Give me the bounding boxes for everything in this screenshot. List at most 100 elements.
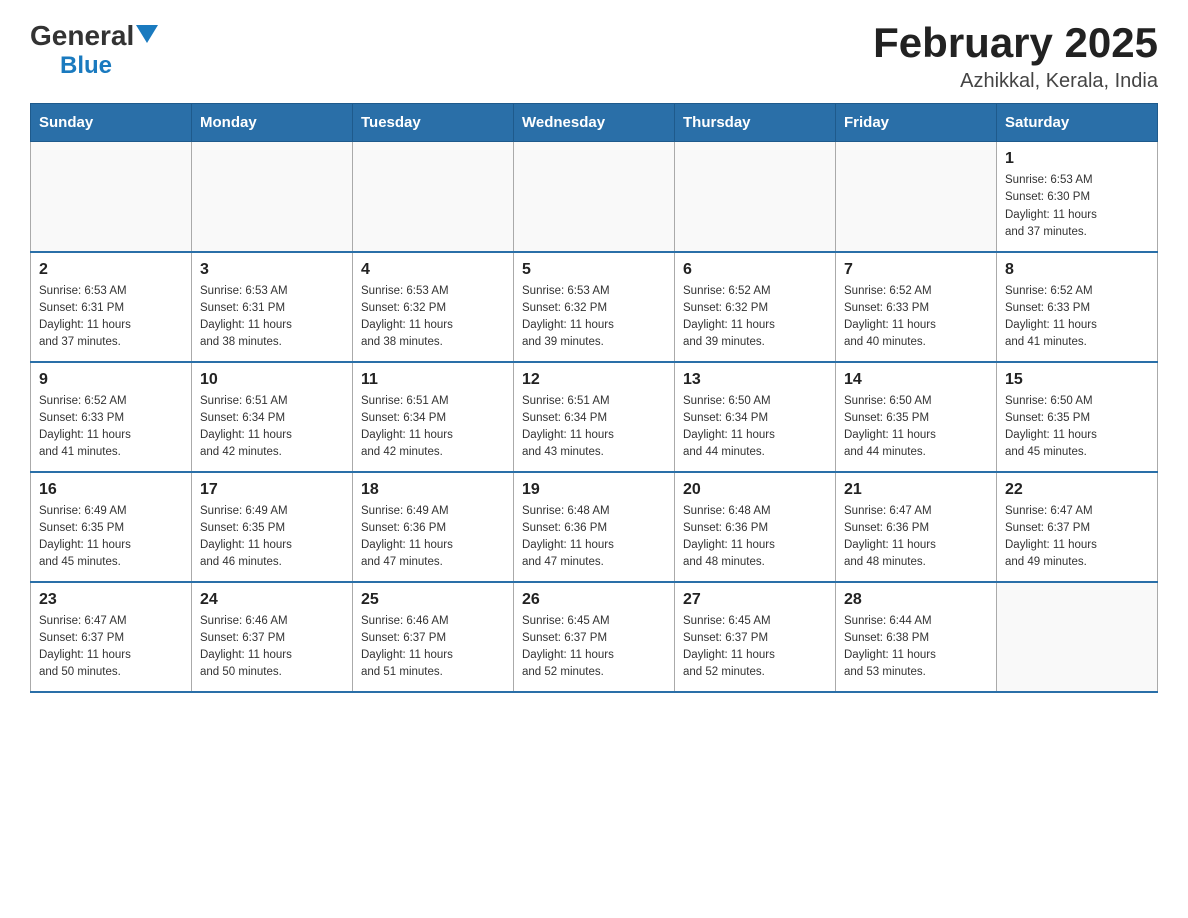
day-cell: 10 Sunrise: 6:51 AMSunset: 6:34 PMDayligh…	[192, 362, 353, 472]
day-cell: 11 Sunrise: 6:51 AMSunset: 6:34 PMDayligh…	[353, 362, 514, 472]
day-info: Sunrise: 6:51 AMSunset: 6:34 PMDaylight:…	[522, 393, 666, 462]
day-info: Sunrise: 6:52 AMSunset: 6:33 PMDaylight:…	[844, 283, 988, 352]
day-number: 9	[39, 371, 183, 389]
day-cell: 4 Sunrise: 6:53 AMSunset: 6:32 PMDaylight…	[353, 252, 514, 362]
day-info: Sunrise: 6:46 AMSunset: 6:37 PMDaylight:…	[200, 613, 344, 682]
day-cell: 23 Sunrise: 6:47 AMSunset: 6:37 PMDayligh…	[31, 582, 192, 692]
header-row: SundayMondayTuesdayWednesdayThursdayFrid…	[31, 104, 1158, 142]
day-info: Sunrise: 6:53 AMSunset: 6:30 PMDaylight:…	[1005, 172, 1149, 241]
header-cell-thursday: Thursday	[675, 104, 836, 142]
week-row-4: 16 Sunrise: 6:49 AMSunset: 6:35 PMDayligh…	[31, 472, 1158, 582]
day-info: Sunrise: 6:53 AMSunset: 6:32 PMDaylight:…	[522, 283, 666, 352]
day-cell: 1 Sunrise: 6:53 AMSunset: 6:30 PMDaylight…	[997, 142, 1158, 252]
day-number: 26	[522, 591, 666, 609]
day-number: 19	[522, 481, 666, 499]
day-number: 7	[844, 261, 988, 279]
day-cell: 6 Sunrise: 6:52 AMSunset: 6:32 PMDaylight…	[675, 252, 836, 362]
calendar-header: SundayMondayTuesdayWednesdayThursdayFrid…	[31, 104, 1158, 142]
day-cell: 14 Sunrise: 6:50 AMSunset: 6:35 PMDayligh…	[836, 362, 997, 472]
day-info: Sunrise: 6:51 AMSunset: 6:34 PMDaylight:…	[200, 393, 344, 462]
day-number: 13	[683, 371, 827, 389]
day-info: Sunrise: 6:49 AMSunset: 6:35 PMDaylight:…	[200, 503, 344, 572]
day-info: Sunrise: 6:51 AMSunset: 6:34 PMDaylight:…	[361, 393, 505, 462]
header-cell-sunday: Sunday	[31, 104, 192, 142]
calendar-title: February 2025	[873, 20, 1158, 66]
day-cell: 19 Sunrise: 6:48 AMSunset: 6:36 PMDayligh…	[514, 472, 675, 582]
day-info: Sunrise: 6:48 AMSunset: 6:36 PMDaylight:…	[522, 503, 666, 572]
day-info: Sunrise: 6:50 AMSunset: 6:35 PMDaylight:…	[844, 393, 988, 462]
week-row-3: 9 Sunrise: 6:52 AMSunset: 6:33 PMDaylight…	[31, 362, 1158, 472]
day-info: Sunrise: 6:53 AMSunset: 6:31 PMDaylight:…	[200, 283, 344, 352]
day-number: 28	[844, 591, 988, 609]
header-cell-friday: Friday	[836, 104, 997, 142]
day-cell: 16Sunrise: 6:49 AMSunset: 6:35 PMDayligh…	[31, 472, 192, 582]
day-info: Sunrise: 6:53 AMSunset: 6:32 PMDaylight:…	[361, 283, 505, 352]
logo-arrow-icon	[136, 25, 158, 43]
day-cell: 25 Sunrise: 6:46 AMSunset: 6:37 PMDayligh…	[353, 582, 514, 692]
day-info: Sunrise: 6:46 AMSunset: 6:37 PMDaylight:…	[361, 613, 505, 682]
header-cell-wednesday: Wednesday	[514, 104, 675, 142]
day-number: 27	[683, 591, 827, 609]
day-cell	[192, 142, 353, 252]
day-cell: 13 Sunrise: 6:50 AMSunset: 6:34 PMDayligh…	[675, 362, 836, 472]
calendar-subtitle: Azhikkal, Kerala, India	[873, 70, 1158, 93]
day-number: 22	[1005, 481, 1149, 499]
day-cell: 12 Sunrise: 6:51 AMSunset: 6:34 PMDayligh…	[514, 362, 675, 472]
day-number: 3	[200, 261, 344, 279]
day-cell	[353, 142, 514, 252]
day-cell	[997, 582, 1158, 692]
day-number: 17	[200, 481, 344, 499]
day-number: 16	[39, 481, 183, 499]
day-info: Sunrise: 6:52 AMSunset: 6:33 PMDaylight:…	[1005, 283, 1149, 352]
day-number: 1	[1005, 150, 1149, 168]
logo-general-text: General	[30, 20, 134, 52]
day-cell: 3 Sunrise: 6:53 AMSunset: 6:31 PMDaylight…	[192, 252, 353, 362]
day-cell	[514, 142, 675, 252]
day-cell	[31, 142, 192, 252]
day-number: 4	[361, 261, 505, 279]
day-number: 25	[361, 591, 505, 609]
day-number: 11	[361, 371, 505, 389]
day-number: 8	[1005, 261, 1149, 279]
logo: General Blue	[30, 20, 158, 80]
day-info: Sunrise: 6:47 AMSunset: 6:37 PMDaylight:…	[39, 613, 183, 682]
day-info: Sunrise: 6:45 AMSunset: 6:37 PMDaylight:…	[683, 613, 827, 682]
day-number: 15	[1005, 371, 1149, 389]
day-info: Sunrise: 6:52 AMSunset: 6:32 PMDaylight:…	[683, 283, 827, 352]
day-number: 23	[39, 591, 183, 609]
day-cell: 24 Sunrise: 6:46 AMSunset: 6:37 PMDayligh…	[192, 582, 353, 692]
day-info: Sunrise: 6:50 AMSunset: 6:34 PMDaylight:…	[683, 393, 827, 462]
day-number: 24	[200, 591, 344, 609]
day-cell: 26Sunrise: 6:45 AMSunset: 6:37 PMDayligh…	[514, 582, 675, 692]
day-info: Sunrise: 6:44 AMSunset: 6:38 PMDaylight:…	[844, 613, 988, 682]
day-cell: 15 Sunrise: 6:50 AMSunset: 6:35 PMDayligh…	[997, 362, 1158, 472]
day-cell: 5Sunrise: 6:53 AMSunset: 6:32 PMDaylight…	[514, 252, 675, 362]
calendar-table: SundayMondayTuesdayWednesdayThursdayFrid…	[30, 103, 1158, 693]
day-number: 6	[683, 261, 827, 279]
day-info: Sunrise: 6:49 AMSunset: 6:36 PMDaylight:…	[361, 503, 505, 572]
day-cell: 20 Sunrise: 6:48 AMSunset: 6:36 PMDayligh…	[675, 472, 836, 582]
day-info: Sunrise: 6:48 AMSunset: 6:36 PMDaylight:…	[683, 503, 827, 572]
day-info: Sunrise: 6:47 AMSunset: 6:36 PMDaylight:…	[844, 503, 988, 572]
day-cell	[836, 142, 997, 252]
day-cell: 18Sunrise: 6:49 AMSunset: 6:36 PMDayligh…	[353, 472, 514, 582]
day-info: Sunrise: 6:52 AMSunset: 6:33 PMDaylight:…	[39, 393, 183, 462]
day-cell: 22 Sunrise: 6:47 AMSunset: 6:37 PMDayligh…	[997, 472, 1158, 582]
header-cell-tuesday: Tuesday	[353, 104, 514, 142]
day-number: 10	[200, 371, 344, 389]
week-row-1: 1 Sunrise: 6:53 AMSunset: 6:30 PMDaylight…	[31, 142, 1158, 252]
header-cell-monday: Monday	[192, 104, 353, 142]
page-header: General Blue February 2025 Azhikkal, Ker…	[30, 20, 1158, 93]
day-info: Sunrise: 6:50 AMSunset: 6:35 PMDaylight:…	[1005, 393, 1149, 462]
day-number: 21	[844, 481, 988, 499]
day-info: Sunrise: 6:47 AMSunset: 6:37 PMDaylight:…	[1005, 503, 1149, 572]
day-cell	[675, 142, 836, 252]
day-cell: 8 Sunrise: 6:52 AMSunset: 6:33 PMDaylight…	[997, 252, 1158, 362]
title-section: February 2025 Azhikkal, Kerala, India	[873, 20, 1158, 93]
header-cell-saturday: Saturday	[997, 104, 1158, 142]
day-cell: 27 Sunrise: 6:45 AMSunset: 6:37 PMDayligh…	[675, 582, 836, 692]
week-row-5: 23 Sunrise: 6:47 AMSunset: 6:37 PMDayligh…	[31, 582, 1158, 692]
day-number: 20	[683, 481, 827, 499]
day-number: 12	[522, 371, 666, 389]
day-number: 14	[844, 371, 988, 389]
